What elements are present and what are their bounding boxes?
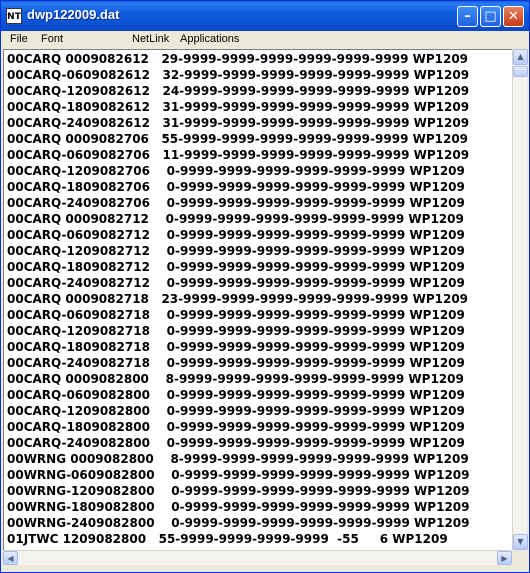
text-line: 00CARQ-2409082612 31-9999-9999-9999-9999…: [7, 116, 470, 130]
menu-bar: File Font NetLink Applications: [1, 31, 529, 49]
text-line: 00CARQ 0009082706 55-9999-9999-9999-9999…: [7, 132, 469, 146]
text-content-area[interactable]: 00CARQ 0009082612 29-9999-9999-9999-9999…: [3, 49, 513, 550]
text-line: 00CARQ-2409082718 0-9999-9999-9999-9999-…: [7, 356, 465, 370]
vertical-scrollbar[interactable]: ▲ ▼: [512, 49, 528, 550]
scroll-down-button[interactable]: ▼: [513, 534, 528, 550]
text-line: 00CARQ-1809082712 0-9999-9999-9999-9999-…: [7, 260, 465, 274]
text-line: 00CARQ-1809082800 0-9999-9999-9999-9999-…: [7, 420, 465, 434]
text-line: 00CARQ-0609082712 0-9999-9999-9999-9999-…: [7, 228, 465, 242]
minimize-button[interactable]: –: [457, 6, 478, 27]
app-window: NT dwp122009.dat – □ ✕ File Font NetLink…: [0, 0, 530, 573]
scroll-up-button[interactable]: ▲: [513, 49, 528, 65]
text-line: 00CARQ 0009082718 23-9999-9999-9999-9999…: [7, 292, 469, 306]
text-line: 00CARQ 0009082612 29-9999-9999-9999-9999…: [7, 52, 469, 66]
maximize-button[interactable]: □: [480, 6, 501, 27]
menu-font[interactable]: Font: [41, 33, 63, 45]
text-line: 00CARQ-2409082706 0-9999-9999-9999-9999-…: [7, 196, 465, 210]
text-line: 01JTWC 1209082800 55-9999-9999-9999-9999…: [7, 532, 448, 546]
menu-applications[interactable]: Applications: [180, 33, 239, 45]
title-bar[interactable]: NT dwp122009.dat – □ ✕: [1, 1, 529, 31]
app-icon[interactable]: NT: [6, 8, 22, 24]
text-line: 00WRNG-0609082800 0-9999-9999-9999-9999-…: [7, 468, 470, 482]
text-line: 00CARQ-1209082800 0-9999-9999-9999-9999-…: [7, 404, 465, 418]
text-line: 00CARQ-0609082800 0-9999-9999-9999-9999-…: [7, 388, 465, 402]
text-line: 00WRNG-1809082800 0-9999-9999-9999-9999-…: [7, 500, 470, 514]
text-line: 00WRNG-2409082800 0-9999-9999-9999-9999-…: [7, 516, 470, 530]
text-line: 00CARQ-1209082712 0-9999-9999-9999-9999-…: [7, 244, 465, 258]
scroll-left-button[interactable]: ◀: [3, 551, 18, 565]
text-line: 00CARQ-0609082612 32-9999-9999-9999-9999…: [7, 68, 470, 82]
text-line: 00WRNG-1209082800 0-9999-9999-9999-9999-…: [7, 484, 470, 498]
window-title: dwp122009.dat: [27, 7, 120, 22]
text-line: 00CARQ-2409082800 0-9999-9999-9999-9999-…: [7, 436, 465, 450]
text-line: 00CARQ-1809082718 0-9999-9999-9999-9999-…: [7, 340, 465, 354]
text-line: 00CARQ-0609082706 11-9999-9999-9999-9999…: [7, 148, 470, 162]
text-line: 00CARQ-2409082712 0-9999-9999-9999-9999-…: [7, 276, 465, 290]
resize-grip[interactable]: [512, 550, 527, 565]
text-line: 00CARQ-1809082612 31-9999-9999-9999-9999…: [7, 100, 470, 114]
menu-file[interactable]: File: [10, 33, 28, 45]
text-line: 00CARQ 0009082800 8-9999-9999-9999-9999-…: [7, 372, 464, 386]
scroll-right-button[interactable]: ▶: [497, 551, 512, 565]
text-line: 00CARQ-0609082718 0-9999-9999-9999-9999-…: [7, 308, 465, 322]
horizontal-scrollbar[interactable]: ◀ ▶: [3, 550, 512, 565]
close-button[interactable]: ✕: [503, 6, 524, 27]
text-line: 00CARQ-1209082612 24-9999-9999-9999-9999…: [7, 84, 470, 98]
text-line: 00CARQ-1209082718 0-9999-9999-9999-9999-…: [7, 324, 465, 338]
menu-netlink[interactable]: NetLink: [132, 33, 169, 45]
scroll-thumb[interactable]: [513, 66, 528, 77]
text-line: 00WRNG 0009082800 8-9999-9999-9999-9999-…: [7, 452, 469, 466]
text-line: 00CARQ 0009082712 0-9999-9999-9999-9999-…: [7, 212, 464, 226]
text-line: 00CARQ-1209082706 0-9999-9999-9999-9999-…: [7, 164, 465, 178]
text-line: 00CARQ-1809082706 0-9999-9999-9999-9999-…: [7, 180, 465, 194]
